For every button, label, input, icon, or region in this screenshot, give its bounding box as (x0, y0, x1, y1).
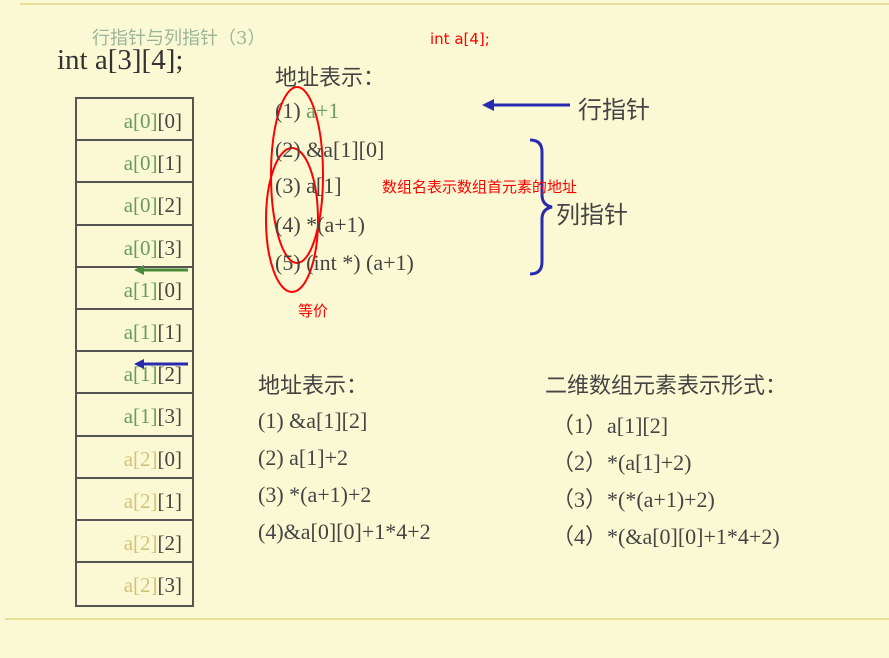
top-address-item: (2) &a[1][0] (275, 137, 384, 163)
green-arrow-icon (134, 265, 188, 275)
item-expression: a[1] (306, 173, 342, 198)
bottom-left-item: (2) a[1]+2 (258, 445, 348, 470)
row-pointer-arrow-icon (482, 99, 570, 111)
item-number: (4) (275, 212, 301, 237)
item-number: (5) (275, 250, 301, 275)
bottom-left-item: (1) &a[1][2] (258, 408, 368, 433)
bottom-left-heading: 地址表示： (258, 373, 369, 398)
bottom-right-heading: 二维数组元素表示形式： (545, 373, 788, 398)
brace-icon (529, 138, 553, 276)
note-equivalent: 等价 (298, 302, 329, 320)
item-expression: a+1 (306, 98, 340, 123)
note-array-name: 数组名表示数组首元素的地址 (382, 178, 578, 196)
top-address-item: (1) a+1 (275, 98, 339, 124)
item-number: (1) (275, 98, 301, 123)
top-heading: 地址表示： (275, 65, 386, 90)
row-pointer-label: 行指针 (578, 98, 650, 124)
bottom-left-item: (3) *(a+1)+2 (258, 482, 372, 507)
arrows-layer (134, 86, 570, 369)
top-address-item: (4) *(a+1) (275, 212, 365, 238)
bottom-right-item: （4）*(&a[0][0]+1*4+2) (552, 524, 780, 549)
item-number: (3) (275, 173, 301, 198)
item-number: (2) (275, 137, 301, 162)
bottom-left-item: (4)&a[0][0]+1*4+2 (258, 519, 431, 544)
item-expression: *(a+1) (306, 212, 365, 237)
blue-arrow-icon (134, 359, 188, 369)
top-address-item: (3) a[1] (275, 173, 342, 199)
bottom-right-item: （1）a[1][2] (552, 413, 669, 438)
bottom-right-item: （2）*(a[1]+2) (552, 450, 692, 475)
item-expression: &a[1][0] (306, 137, 385, 162)
column-pointer-label: 列指针 (556, 203, 628, 229)
item-expression: (int *) (a+1) (306, 250, 414, 275)
top-address-item: (5) (int *) (a+1) (275, 250, 414, 276)
bottom-right-item: （3）*(*(a+1)+2) (552, 487, 715, 512)
